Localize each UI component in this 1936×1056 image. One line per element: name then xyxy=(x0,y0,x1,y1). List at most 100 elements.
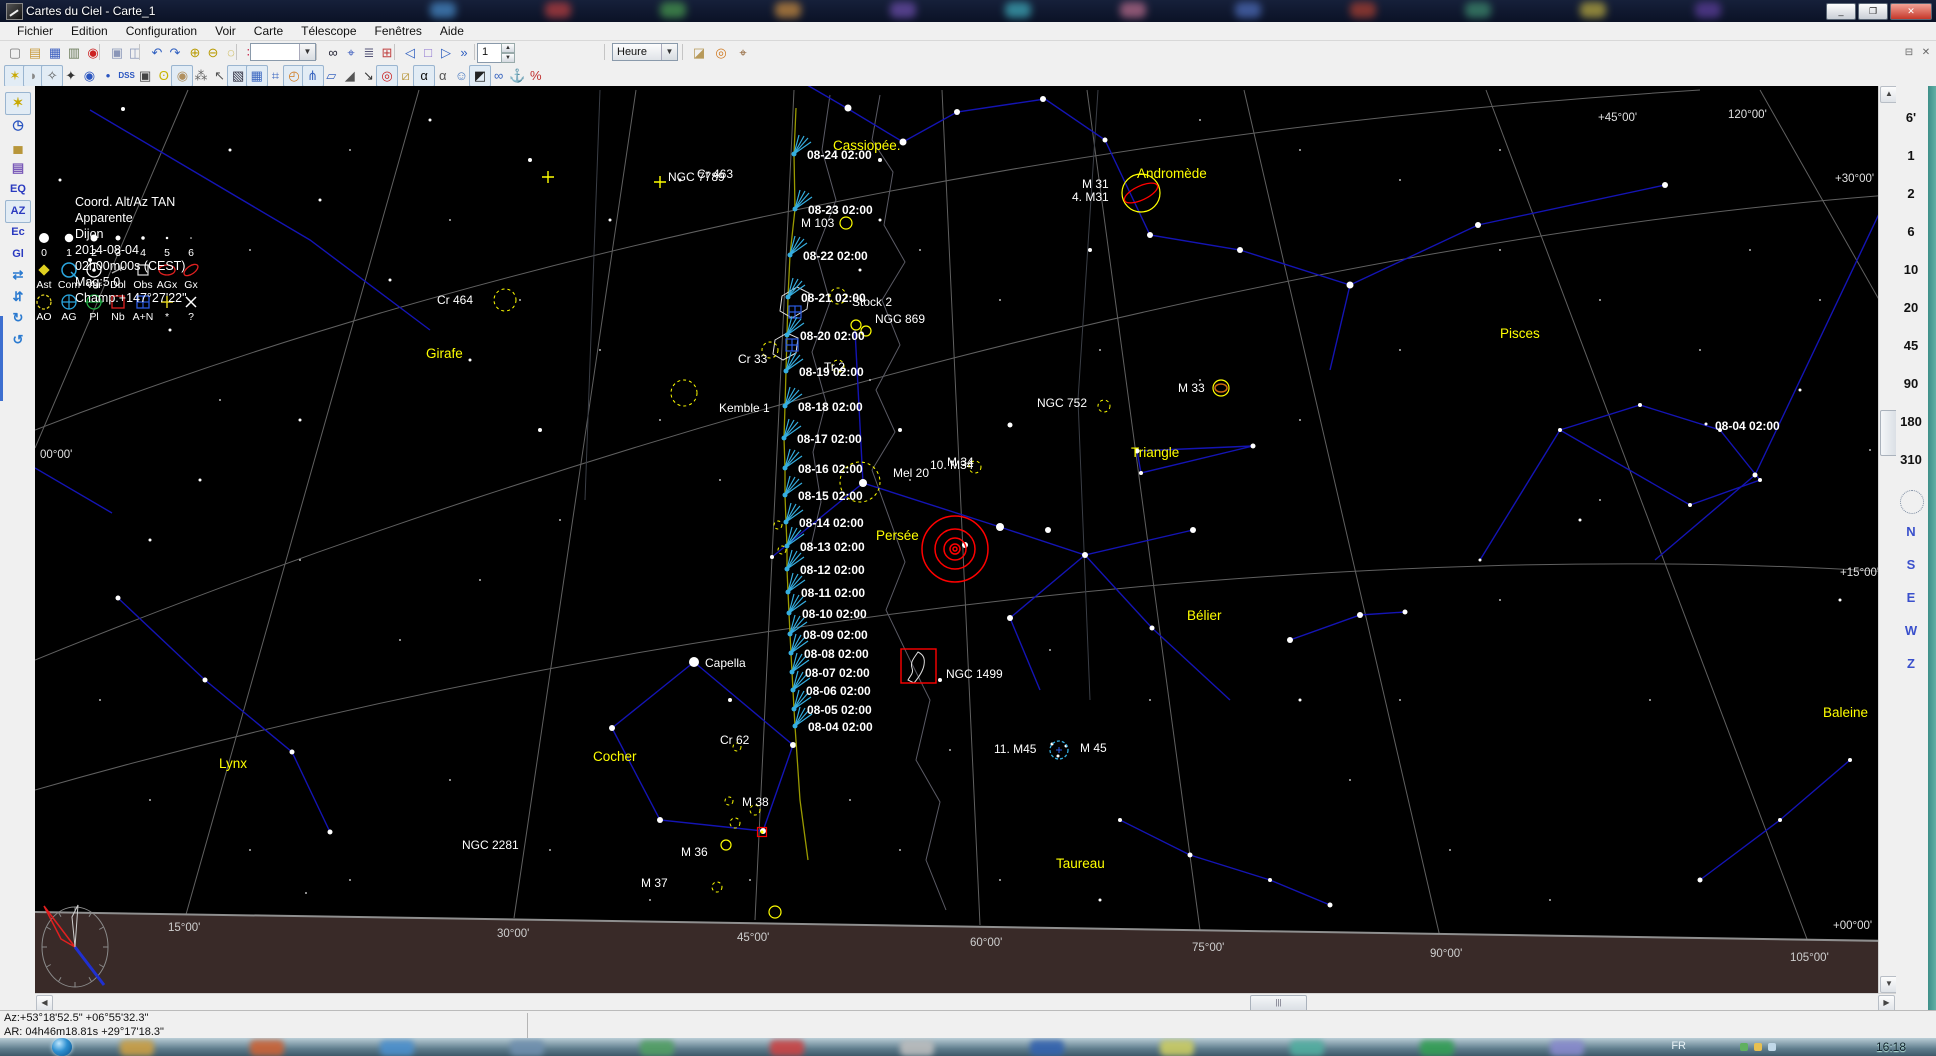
object-combo[interactable]: ▼ xyxy=(250,43,316,61)
eraser-icon[interactable]: ◪ xyxy=(688,42,710,64)
time-unit-combo[interactable]: Heure▼ xyxy=(612,43,678,61)
vertical-scrollbar[interactable]: ▲ ▼ xyxy=(1878,86,1897,993)
taskbar-app-icon[interactable] xyxy=(250,1040,284,1056)
menu-fenêtres[interactable]: Fenêtres xyxy=(366,22,431,40)
play-forward-icon[interactable]: » xyxy=(453,42,475,64)
taskbar-app-icon[interactable] xyxy=(1160,1040,1194,1056)
chevron-down-icon[interactable]: ▼ xyxy=(661,44,677,60)
star xyxy=(845,105,852,112)
fov-45[interactable]: 45 xyxy=(1896,334,1926,358)
flip-horizontal-icon[interactable]: ⇄ xyxy=(5,264,31,287)
rotate-ccw-icon[interactable]: ↺ xyxy=(5,329,31,352)
sky-chart[interactable]: 08-24 02:0008-23 02:0008-22 02:0008-21 0… xyxy=(35,86,1878,993)
taskbar-app-icon[interactable] xyxy=(1550,1040,1584,1056)
direction-s[interactable]: S xyxy=(1896,553,1926,577)
direction-z[interactable]: Z xyxy=(1896,652,1926,676)
fov-6[interactable]: 6 xyxy=(1896,220,1926,244)
menu-voir[interactable]: Voir xyxy=(206,22,245,40)
fov-310[interactable]: 310 xyxy=(1896,448,1926,472)
taskbar-app-icon[interactable] xyxy=(1290,1040,1324,1056)
tray-icon[interactable] xyxy=(1754,1043,1762,1051)
taskbar-app-icon[interactable] xyxy=(640,1040,674,1056)
center-cursor-icon[interactable]: ◎ xyxy=(710,42,732,64)
coord-az-button[interactable]: AZ xyxy=(5,200,31,223)
taskbar-app-icon[interactable] xyxy=(770,1040,804,1056)
spin-up-icon[interactable]: ▲ xyxy=(501,43,515,53)
star xyxy=(1499,149,1501,151)
language-indicator[interactable]: FR xyxy=(1671,1040,1686,1052)
fov-10[interactable]: 10 xyxy=(1896,258,1926,282)
fov-6m[interactable]: 6' xyxy=(1896,106,1926,130)
spin-down-icon[interactable]: ▼ xyxy=(501,53,515,63)
close-pane-icon[interactable]: ✕ xyxy=(1915,42,1936,64)
title-bar[interactable]: Cartes du Ciel - Carte_1 _ ❐ ✕ xyxy=(0,0,1936,22)
menu-configuration[interactable]: Configuration xyxy=(117,22,206,40)
chevron-down-icon[interactable]: ▼ xyxy=(299,44,315,60)
status-radec: AR: 04h46m18.81s +29°17'18.3" xyxy=(4,1026,164,1038)
new-icon[interactable]: ▢ xyxy=(4,42,26,64)
telescope-slew-icon[interactable]: ⌖ xyxy=(732,42,754,64)
taskbar-app-icon[interactable] xyxy=(380,1040,414,1056)
fov-panel: 6' 1 2 6 10 20 45 90 180 310 NSEWZ xyxy=(1896,86,1928,993)
fov-1[interactable]: 1 xyxy=(1896,144,1926,168)
unknown-legend xyxy=(186,297,196,307)
side-notes-icon[interactable]: ▤ xyxy=(5,157,31,180)
maximize-button[interactable]: ❐ xyxy=(1858,3,1888,20)
redo-icon[interactable]: ↷ xyxy=(164,42,186,64)
direction-n[interactable]: N xyxy=(1896,520,1926,544)
menu-télescope[interactable]: Télescope xyxy=(292,22,365,40)
info-line: Apparente xyxy=(75,210,187,226)
finder-chart-icon[interactable]: ◉ xyxy=(82,42,104,64)
time-step-spinner[interactable]: ▲▼ xyxy=(501,43,515,61)
rotate-cw-icon[interactable]: ↻ xyxy=(5,307,31,330)
proportion-icon[interactable]: % xyxy=(525,65,547,87)
star xyxy=(1099,899,1102,902)
flip-vertical-icon[interactable]: ⇵ xyxy=(5,286,31,309)
fov-90[interactable]: 90 xyxy=(1896,372,1926,396)
taskbar-clock[interactable]: 16:18 xyxy=(1876,1040,1906,1054)
side-stars-icon[interactable]: ✶ xyxy=(5,92,31,115)
taskbar-app-icon[interactable] xyxy=(510,1040,544,1056)
moon-fov-icon[interactable] xyxy=(1900,490,1924,514)
coord-eq-button[interactable]: EQ xyxy=(5,178,31,201)
star xyxy=(657,817,663,823)
side-horizon-icon[interactable]: ▄ xyxy=(5,135,31,158)
open-folder-icon[interactable]: ▤ xyxy=(24,42,46,64)
taskbar-app-icon[interactable] xyxy=(1420,1040,1454,1056)
direction-w[interactable]: W xyxy=(1896,619,1926,643)
taskbar-app-icon[interactable] xyxy=(1030,1040,1064,1056)
fov-2[interactable]: 2 xyxy=(1896,182,1926,206)
zoom-icon[interactable]: ◌ xyxy=(220,42,242,64)
fov-20[interactable]: 20 xyxy=(1896,296,1926,320)
minimize-button[interactable]: _ xyxy=(1826,3,1856,20)
close-button[interactable]: ✕ xyxy=(1890,3,1932,20)
taskbar-app-icon[interactable] xyxy=(120,1040,154,1056)
coordinate-label: 15°00' xyxy=(168,922,200,934)
multi-window-icon[interactable]: ◫ xyxy=(124,42,146,64)
taskbar-app-icon[interactable] xyxy=(900,1040,934,1056)
tray-icon[interactable] xyxy=(1768,1043,1776,1051)
horizontal-scrollbar[interactable]: ◀ ||| ▶ xyxy=(35,993,1896,1011)
tray-icon[interactable] xyxy=(1740,1043,1748,1051)
star xyxy=(328,830,333,835)
menu-fichier[interactable]: Fichier xyxy=(8,22,62,40)
menu-aide[interactable]: Aide xyxy=(431,22,473,40)
menu-edition[interactable]: Edition xyxy=(62,22,117,40)
fov-180[interactable]: 180 xyxy=(1896,410,1926,434)
star xyxy=(1475,222,1481,228)
windows-taskbar[interactable]: FR 16:18 xyxy=(0,1038,1936,1056)
info-line: Dijon xyxy=(75,226,187,242)
sky-chart-canvas[interactable]: 08-24 02:0008-23 02:0008-22 02:0008-21 0… xyxy=(35,86,1878,993)
start-button[interactable] xyxy=(52,1038,72,1056)
coord-gl-button[interactable]: Gl xyxy=(5,243,31,266)
side-time-icon[interactable]: ◷ xyxy=(5,114,31,137)
object-label: Kemble 1 xyxy=(719,401,770,415)
star xyxy=(728,698,732,702)
star xyxy=(538,428,542,432)
coord-ec-button[interactable]: Ec xyxy=(5,221,31,244)
glass-blob xyxy=(545,2,571,18)
direction-e[interactable]: E xyxy=(1896,586,1926,610)
menu-carte[interactable]: Carte xyxy=(245,22,292,40)
star xyxy=(1549,899,1551,901)
star xyxy=(1049,649,1051,651)
